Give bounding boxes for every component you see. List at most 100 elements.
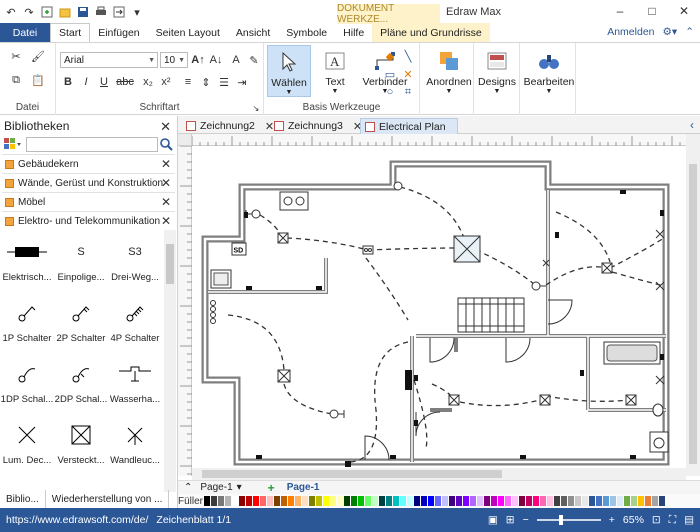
website-link[interactable]: https://www.edrawsoft.com/de/ [6, 514, 148, 526]
color-swatch[interactable] [239, 496, 245, 506]
grow-font-icon[interactable]: A↑ [190, 53, 206, 67]
superscript-button[interactable]: x² [158, 75, 174, 89]
rectangle-tool-icon[interactable]: ▭ [382, 67, 398, 81]
font-color-icon[interactable]: A [228, 53, 244, 67]
current-page-tab[interactable]: Page-1 [287, 482, 320, 493]
settings-icon[interactable]: ⚙▾ [663, 26, 678, 38]
scroll-thumb[interactable] [166, 244, 174, 284]
color-swatch[interactable] [351, 496, 357, 506]
align-icon[interactable]: ≡ [180, 75, 196, 89]
shape-item[interactable]: 1DP Schal... [0, 352, 54, 413]
color-swatch[interactable] [225, 496, 231, 506]
copy-icon[interactable]: ⧉ [8, 73, 24, 87]
library-search-input[interactable] [26, 137, 158, 152]
zoom-slider-knob[interactable] [558, 515, 563, 525]
shape-item[interactable]: 2P Schalter [54, 291, 108, 352]
fit-width-icon[interactable]: ⊞ [506, 514, 515, 526]
color-swatch[interactable] [477, 496, 483, 506]
color-swatch[interactable] [407, 496, 413, 506]
color-swatch[interactable] [554, 496, 560, 506]
open-icon[interactable] [58, 5, 72, 19]
color-swatch[interactable] [547, 496, 553, 506]
color-swatch[interactable] [379, 496, 385, 506]
zoom-slider[interactable] [536, 515, 601, 525]
dropdown-icon[interactable]: ▾ [130, 5, 144, 19]
color-swatch[interactable] [652, 496, 658, 506]
anordnen-button[interactable]: Anordnen ▼ [426, 45, 472, 97]
shape-item[interactable]: Versteckt... [54, 413, 108, 474]
designs-button[interactable]: Designs ▼ [475, 45, 519, 97]
color-swatch[interactable] [491, 496, 497, 506]
add-page-icon[interactable]: + [268, 481, 275, 495]
bullets-icon[interactable]: ☰ [216, 75, 232, 89]
close-icon[interactable]: ✕ [161, 195, 171, 209]
color-swatch[interactable] [484, 496, 490, 506]
horizontal-scrollbar[interactable] [192, 468, 686, 480]
color-swatch[interactable] [428, 496, 434, 506]
color-swatch[interactable] [414, 496, 420, 506]
color-swatch[interactable] [505, 496, 511, 506]
color-swatch[interactable] [330, 496, 336, 506]
color-swatch[interactable] [610, 496, 616, 506]
page-tab[interactable]: Page-1 [200, 482, 232, 493]
color-swatch[interactable] [463, 496, 469, 506]
shape-item[interactable]: Elektrisch... [0, 230, 54, 291]
color-swatch[interactable] [218, 496, 224, 506]
shape-item[interactable]: Wasserha... [108, 352, 162, 413]
color-swatch[interactable] [435, 496, 441, 506]
signin-link[interactable]: Anmelden [607, 26, 654, 38]
color-swatch[interactable] [631, 496, 637, 506]
paste-icon[interactable]: 📋 [30, 73, 46, 87]
tab-seiten-layout[interactable]: Seiten Layout [148, 23, 228, 42]
color-swatch[interactable] [519, 496, 525, 506]
color-swatch[interactable] [358, 496, 364, 506]
shape-item[interactable]: Wandleuc... [108, 413, 162, 474]
text-button[interactable]: A Text ▼ [313, 45, 357, 97]
close-icon[interactable]: ✕ [161, 214, 171, 228]
color-swatch[interactable] [309, 496, 315, 506]
font-name-select[interactable]: Arial ▼ [60, 52, 158, 68]
color-swatch[interactable] [533, 496, 539, 506]
color-swatch[interactable] [498, 496, 504, 506]
crop-tool-icon[interactable]: ⌗ [400, 85, 416, 99]
color-swatch[interactable] [253, 496, 259, 506]
color-swatch[interactable] [512, 496, 518, 506]
tab-wiederherstellung[interactable]: Wiederherstellung von ... [46, 490, 170, 508]
color-swatch[interactable] [365, 496, 371, 506]
cut-icon[interactable]: ✂ [8, 49, 24, 63]
color-swatch[interactable] [372, 496, 378, 506]
color-swatch[interactable] [540, 496, 546, 506]
subscript-button[interactable]: x₂ [140, 75, 156, 89]
redo-icon[interactable]: ↷ [22, 5, 36, 19]
line-spacing-icon[interactable]: ⇕ [198, 75, 214, 89]
bold-button[interactable]: B [60, 75, 76, 89]
circle-tool-icon[interactable]: ○ [382, 85, 398, 99]
color-swatch[interactable] [295, 496, 301, 506]
tab-start[interactable]: Start [50, 23, 91, 42]
color-swatch[interactable] [659, 496, 665, 506]
italic-button[interactable]: I [78, 75, 94, 89]
scroll-thumb[interactable] [689, 164, 697, 464]
color-swatch[interactable] [449, 496, 455, 506]
shape-item[interactable]: 1P Schalter [0, 291, 54, 352]
search-icon[interactable] [159, 137, 173, 151]
new-icon[interactable] [40, 5, 54, 19]
library-category[interactable]: Wände, Gerüst und Konstruktion ✕ [2, 173, 175, 192]
color-swatch[interactable] [323, 496, 329, 506]
indent-icon[interactable]: ⇥ [234, 75, 250, 89]
shape-item[interactable]: S3 Drei-Weg... [108, 230, 162, 291]
library-menu-icon[interactable] [4, 138, 22, 154]
color-swatch[interactable] [211, 496, 217, 506]
format-painter-icon[interactable]: 🖌 [30, 49, 46, 63]
color-swatch[interactable] [589, 496, 595, 506]
color-swatch[interactable] [582, 496, 588, 506]
close-icon[interactable]: ✕ [161, 176, 171, 190]
library-scrollbar[interactable] [164, 230, 176, 492]
color-swatch[interactable] [442, 496, 448, 506]
color-swatch[interactable] [204, 496, 210, 506]
dialog-launcher-icon[interactable]: ↘ [251, 103, 261, 113]
collapse-ribbon-icon[interactable]: ⌃ [685, 26, 694, 38]
fullscreen-icon[interactable]: ⛶ [669, 514, 676, 527]
line-tool-icon[interactable]: ╲ [400, 49, 416, 63]
fit-page-icon[interactable]: ⊡ [652, 514, 661, 526]
